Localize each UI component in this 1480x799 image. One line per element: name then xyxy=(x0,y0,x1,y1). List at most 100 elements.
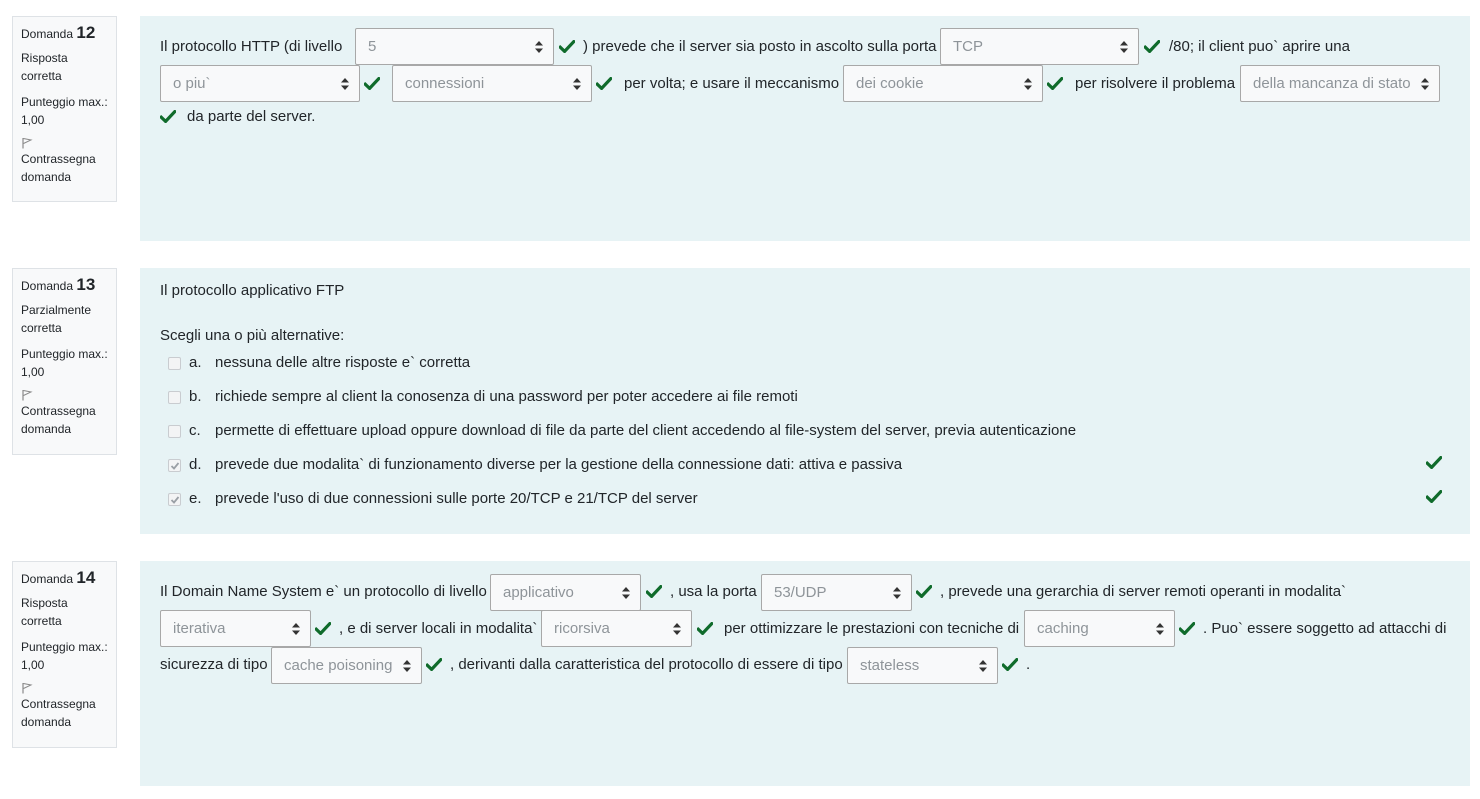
correct-check-icon xyxy=(1144,40,1160,53)
grade-value: 1,00 xyxy=(21,658,45,672)
question-13-content: Il protocollo applicativo FTP Scegli una… xyxy=(140,268,1470,534)
flag-icon xyxy=(21,389,33,401)
question-text-part: Il protocollo HTTP (di livello xyxy=(160,38,343,55)
option-checkbox-d[interactable] xyxy=(168,459,181,472)
question-14-content: Il Domain Name System e` un protocollo d… xyxy=(140,561,1470,786)
question-13-info: Domanda 13 Parzialmente corretta Punteggi… xyxy=(12,268,117,455)
option-text: prevede l'uso di due connessioni sulle p… xyxy=(215,490,698,507)
correct-check-icon xyxy=(160,110,176,123)
correct-check-icon xyxy=(315,622,331,635)
correct-check-icon xyxy=(1426,456,1442,469)
option-text: prevede due modalita` di funzionamento d… xyxy=(215,456,903,473)
answer-select-connessioni[interactable]: connessioni xyxy=(392,65,592,102)
question-number-label: Domanda xyxy=(21,27,74,41)
grade-label: Punteggio max.: xyxy=(21,347,108,361)
option-text: nessuna delle altre risposte e` corretta xyxy=(215,354,471,371)
option-checkbox-a[interactable] xyxy=(168,357,181,370)
option-checkbox-b[interactable] xyxy=(168,391,181,404)
question-number-label: Domanda xyxy=(21,572,74,586)
question-state-line-1: Risposta xyxy=(21,596,68,610)
flag-label-line-1: Contrassegna xyxy=(21,152,96,166)
answer-select-attacchi[interactable]: cache poisoning xyxy=(271,647,422,684)
correct-check-icon xyxy=(646,585,662,598)
question-text-part: sicurezza di tipo xyxy=(160,656,268,673)
flag-label-line-1: Contrassegna xyxy=(21,404,96,418)
question-text-part: , derivanti dalla caratteristica del pro… xyxy=(450,656,843,673)
question-state-line-2: corretta xyxy=(21,614,62,628)
select-arrows-icon xyxy=(673,623,681,635)
select-arrows-icon xyxy=(292,623,300,635)
grade-value: 1,00 xyxy=(21,365,45,379)
question-number-value: 12 xyxy=(76,23,96,42)
select-value: applicativo xyxy=(503,584,574,601)
answer-select-livello[interactable]: 5 xyxy=(355,28,554,65)
correct-check-icon xyxy=(1002,658,1018,671)
answer-select-problema[interactable]: della mancanza di stato xyxy=(1240,65,1440,102)
flag-label-line-2: domanda xyxy=(21,715,72,729)
select-arrows-icon xyxy=(622,587,630,599)
option-letter: d. xyxy=(189,456,202,473)
flag-question-link[interactable]: Contrassegna domanda xyxy=(21,137,108,186)
select-arrows-icon xyxy=(403,660,411,672)
question-text-part: . xyxy=(1026,656,1031,673)
flag-question-link[interactable]: Contrassegna domanda xyxy=(21,682,108,731)
question-grade: Punteggio max.: 1,00 xyxy=(21,93,108,129)
answer-select-modalita-locali[interactable]: ricorsiva xyxy=(541,610,692,647)
select-value: 5 xyxy=(368,38,377,55)
flag-label-line-2: domanda xyxy=(21,422,72,436)
question-number: Domanda 12 xyxy=(21,24,108,43)
answer-select-quantita[interactable]: o piu` xyxy=(160,65,360,102)
question-text-part: , prevede una gerarchia di server remoti… xyxy=(940,583,1347,600)
question-number-label: Domanda xyxy=(21,279,74,293)
select-value: caching xyxy=(1037,620,1089,637)
answer-select-tipo-protocollo[interactable]: stateless xyxy=(847,647,998,684)
correct-check-icon xyxy=(426,658,442,671)
question-text-part: per volta; e usare il meccanismo xyxy=(624,75,840,92)
select-arrows-icon xyxy=(535,41,543,53)
flag-question-link[interactable]: Contrassegna domanda xyxy=(21,389,108,438)
grade-label: Punteggio max.: xyxy=(21,95,108,109)
question-text-part: , e di server locali in modalita` xyxy=(339,620,538,637)
select-value: iterativa xyxy=(173,620,226,637)
select-arrows-icon xyxy=(1024,78,1032,90)
checkbox-tick-icon xyxy=(170,495,180,505)
answer-select-meccanismo[interactable]: dei cookie xyxy=(843,65,1043,102)
select-arrows-icon xyxy=(979,660,987,672)
question-state: Parzialmente corretta xyxy=(21,301,108,337)
select-value: o piu` xyxy=(173,75,211,92)
grade-value: 1,00 xyxy=(21,113,45,127)
option-checkbox-e[interactable] xyxy=(168,493,181,506)
correct-check-icon xyxy=(916,585,932,598)
question-state: Risposta corretta xyxy=(21,594,108,630)
question-text-part: ) prevede che il server sia posto in asc… xyxy=(583,38,937,55)
answer-select-porta[interactable]: TCP xyxy=(940,28,1139,65)
question-number-value: 14 xyxy=(76,568,96,587)
flag-icon xyxy=(21,137,33,149)
select-value: della mancanza di stato xyxy=(1253,75,1411,92)
question-text-part: /80; il client puo` aprire una xyxy=(1169,38,1350,55)
question-number: Domanda 13 xyxy=(21,276,108,295)
question-text-part: Il Domain Name System e` un protocollo d… xyxy=(160,583,487,600)
question-state: Risposta corretta xyxy=(21,49,108,85)
question-text-part: . Puo` essere soggetto ad attacchi di xyxy=(1203,620,1447,637)
select-value: cache poisoning xyxy=(284,657,393,674)
correct-check-icon xyxy=(364,77,380,90)
answer-select-livello[interactable]: applicativo xyxy=(490,574,641,611)
question-text-part: per ottimizzare le prestazioni con tecni… xyxy=(724,620,1020,637)
question-state-line-2: corretta xyxy=(21,69,62,83)
flag-label-line-1: Contrassegna xyxy=(21,697,96,711)
question-grade: Punteggio max.: 1,00 xyxy=(21,638,108,674)
option-letter: b. xyxy=(189,388,202,405)
option-checkbox-c[interactable] xyxy=(168,425,181,438)
question-12-info: Domanda 12 Risposta corretta Punteggio ma… xyxy=(12,16,117,202)
option-letter: c. xyxy=(189,422,201,439)
answer-select-porta[interactable]: 53/UDP xyxy=(761,574,912,611)
question-text-part: per risolvere il problema xyxy=(1075,75,1236,92)
select-value: TCP xyxy=(953,38,983,55)
grade-label: Punteggio max.: xyxy=(21,640,108,654)
answer-select-modalita-remoti[interactable]: iterativa xyxy=(160,610,311,647)
question-number: Domanda 14 xyxy=(21,569,108,588)
question-state-line-2: corretta xyxy=(21,321,62,335)
answer-select-tecniche[interactable]: caching xyxy=(1024,610,1175,647)
correct-check-icon xyxy=(596,77,612,90)
